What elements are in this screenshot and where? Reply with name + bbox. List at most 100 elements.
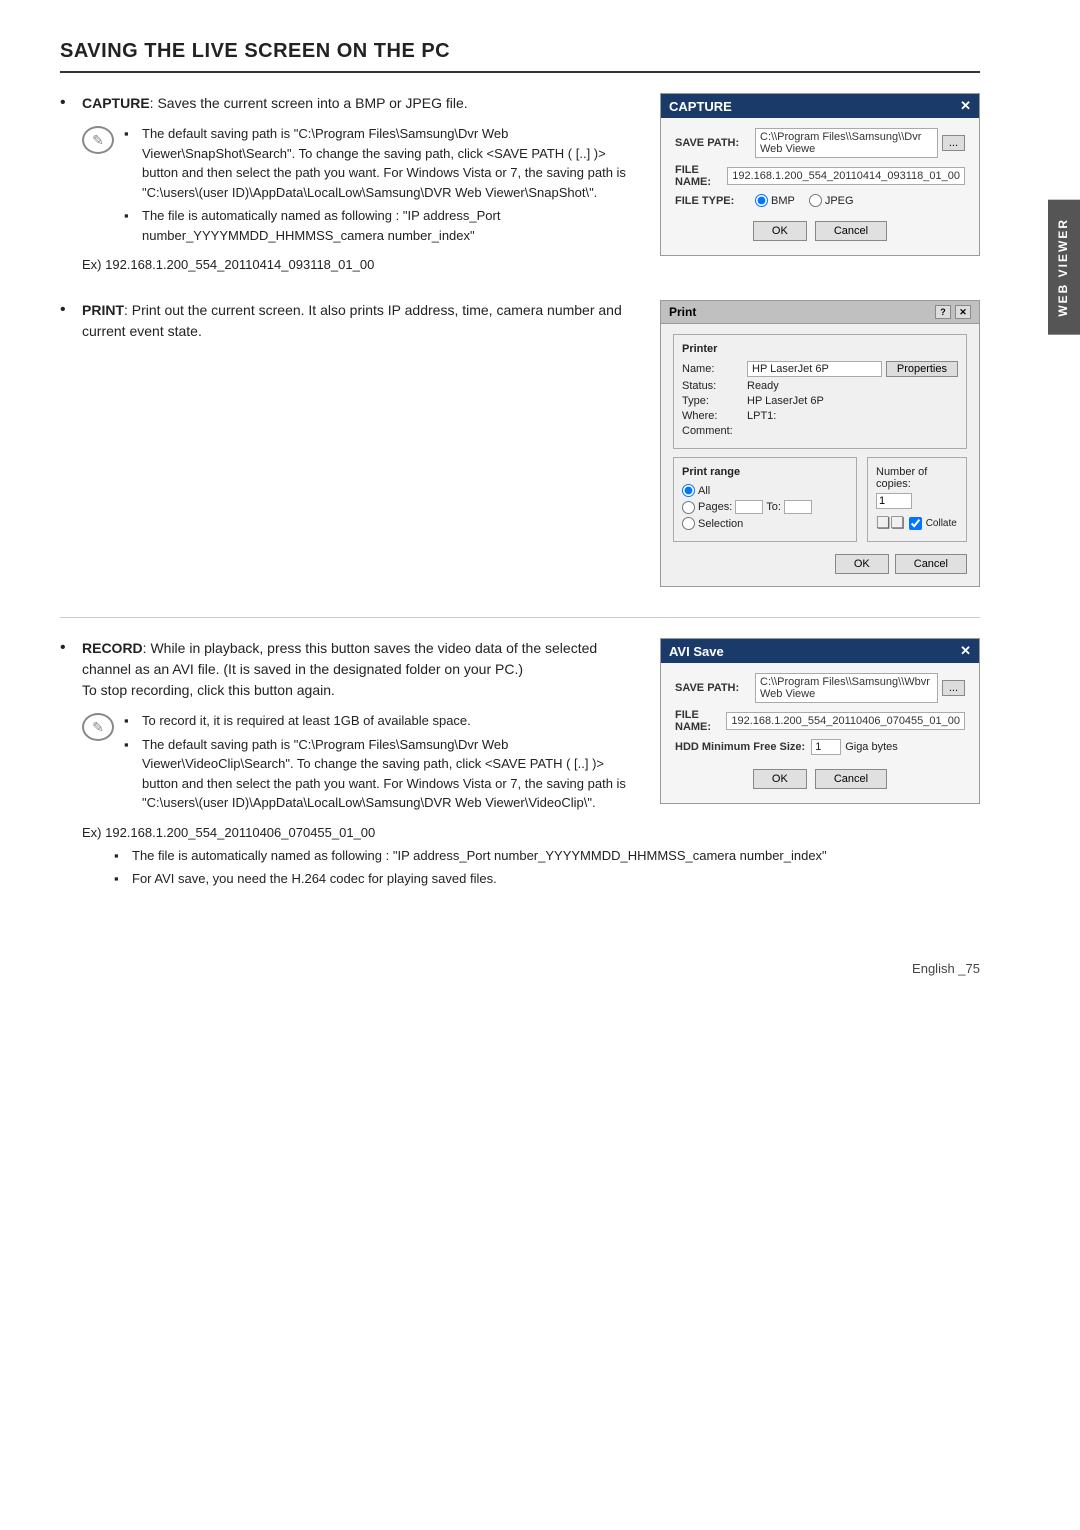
print-bullet-item: • PRINT: Print out the current screen. I… [60, 300, 636, 342]
avi-browse-button[interactable]: ... [942, 680, 965, 696]
avi-file-name-label: FILE NAME: [675, 709, 726, 733]
avi-dialog-titlebar: AVI Save ✕ [661, 639, 979, 663]
record-note-3: ▪ The file is automatically named as fol… [114, 846, 980, 866]
print-cancel-button[interactable]: Cancel [895, 554, 967, 574]
print-comment-label: Comment: [682, 425, 747, 437]
print-range-group: Print range All Pages: To: [673, 457, 857, 542]
record-section: AVI Save ✕ SAVE PATH: C:\\Program Files\… [60, 638, 980, 921]
record-stop-text: To stop recording, click this button aga… [82, 682, 335, 698]
capture-bullet-item: • CAPTURE: Saves the current screen into… [60, 93, 636, 114]
capture-dialog-area: CAPTURE ✕ SAVE PATH: C:\\Program Files\\… [660, 93, 980, 270]
page-wrapper: WEB VIEWER SAVING THE LIVE SCREEN ON THE… [0, 0, 1080, 1530]
print-copies-input[interactable] [876, 493, 912, 509]
record-example: Ex) 192.168.1.200_554_20110406_070455_01… [82, 825, 980, 840]
print-bullet-text: PRINT: Print out the current screen. It … [82, 300, 636, 342]
capture-file-name-label: FILE NAME: [675, 164, 727, 188]
capture-save-path-row: SAVE PATH: C:\\Program Files\\Samsung\\D… [675, 128, 965, 158]
note-icon: ✎ [82, 126, 114, 154]
print-all-option[interactable]: All [682, 484, 848, 497]
avi-save-path-row: SAVE PATH: C:\\Program Files\\Samsung\\W… [675, 673, 965, 703]
print-dialog-area: Print ? ✕ Printer Name: HP LaserJet 6P [660, 300, 980, 587]
print-to-input[interactable] [784, 500, 812, 514]
page-title: SAVING THE LIVE SCREEN ON THE PC [60, 40, 980, 73]
avi-hdd-input[interactable]: 1 [811, 739, 841, 755]
capture-bullet-text: CAPTURE: Saves the current screen into a… [82, 93, 636, 114]
print-close-icon[interactable]: ✕ [955, 305, 971, 319]
record-note-3-text: The file is automatically named as follo… [132, 846, 827, 866]
capture-file-name-value: 192.168.1.200_554_20110414_093118_01_00 [727, 167, 965, 185]
avi-cancel-button[interactable]: Cancel [815, 769, 887, 789]
record-note-2: ▪ The default saving path is "C:\Program… [124, 735, 636, 813]
avi-file-name-row: FILE NAME: 192.168.1.200_554_20110406_07… [675, 709, 965, 733]
capture-note-1-text: The default saving path is "C:\Program F… [142, 124, 636, 202]
print-collate-area: ❏❏ Collate [876, 513, 958, 533]
avi-hdd-unit: Giga bytes [845, 741, 898, 753]
record-extra-note-lines: ▪ The file is automatically named as fol… [114, 846, 980, 893]
capture-dialog-title: CAPTURE [669, 99, 732, 114]
record-bullet-text: RECORD: While in playback, press this bu… [82, 638, 636, 701]
capture-close-icon[interactable]: ✕ [960, 98, 971, 114]
collate-checkbox[interactable] [909, 517, 922, 530]
print-from-input[interactable] [735, 500, 763, 514]
record-note-icon: ✎ [82, 713, 114, 741]
print-properties-button[interactable]: Properties [886, 361, 958, 377]
capture-description: : Saves the current screen into a BMP or… [150, 95, 468, 111]
print-selection-option[interactable]: Selection [682, 517, 848, 530]
print-type-label: Type: [682, 395, 747, 407]
record-note-1-text: To record it, it is required at least 1G… [142, 711, 471, 731]
print-where-label: Where: [682, 410, 747, 422]
print-status-row: Status: Ready [682, 380, 958, 392]
capture-file-type-row: FILE TYPE: BMP JPEG [675, 194, 965, 207]
record-note-lines: ▪ To record it, it is required at least … [124, 711, 636, 817]
capture-dialog-body: SAVE PATH: C:\\Program Files\\Samsung\\D… [661, 118, 979, 255]
capture-cancel-button[interactable]: Cancel [815, 221, 887, 241]
collate-icon: ❏❏ [876, 513, 905, 533]
capture-save-path-label: SAVE PATH: [675, 137, 755, 149]
print-description: : Print out the current screen. It also … [82, 302, 622, 339]
print-ok-button[interactable]: OK [835, 554, 889, 574]
record-notes: ✎ ▪ To record it, it is required at leas… [82, 711, 636, 817]
capture-dialog-footer: OK Cancel [675, 213, 965, 245]
capture-save-path-value: C:\\Program Files\\Samsung\\Dvr Web View… [755, 128, 938, 158]
print-printer-group-title: Printer [682, 343, 958, 355]
print-label: PRINT [82, 302, 124, 318]
print-where-value: LPT1: [747, 410, 958, 422]
capture-file-type-group: BMP JPEG [755, 194, 854, 207]
record-bullet-dot: • [60, 639, 76, 657]
print-status-value: Ready [747, 380, 958, 392]
capture-bmp-option[interactable]: BMP [755, 194, 795, 207]
capture-ok-button[interactable]: OK [753, 221, 807, 241]
print-dialog: Print ? ✕ Printer Name: HP LaserJet 6P [660, 300, 980, 587]
page-content: SAVING THE LIVE SCREEN ON THE PC CAPTURE… [60, 40, 1020, 976]
print-type-row: Type: HP LaserJet 6P [682, 395, 958, 407]
print-to-label: To: [766, 501, 781, 513]
side-tab: WEB VIEWER [1048, 200, 1080, 335]
print-num-copies-label: Number of copies: [876, 466, 958, 490]
print-dialog-titlebar: Print ? ✕ [661, 301, 979, 324]
capture-jpeg-option[interactable]: JPEG [809, 194, 854, 207]
print-range-copies-row: Print range All Pages: To: [673, 457, 967, 550]
avi-dialog-body: SAVE PATH: C:\\Program Files\\Samsung\\W… [661, 663, 979, 803]
capture-section: CAPTURE ✕ SAVE PATH: C:\\Program Files\\… [60, 93, 980, 300]
capture-note-2: ▪ The file is automatically named as fol… [124, 206, 636, 245]
avi-dialog-area: AVI Save ✕ SAVE PATH: C:\\Program Files\… [660, 638, 980, 804]
avi-close-icon[interactable]: ✕ [960, 643, 971, 659]
record-note-2-text: The default saving path is "C:\Program F… [142, 735, 636, 813]
capture-dialog: CAPTURE ✕ SAVE PATH: C:\\Program Files\\… [660, 93, 980, 256]
print-where-row: Where: LPT1: [682, 410, 958, 422]
capture-label: CAPTURE [82, 95, 150, 111]
capture-bullet-dot: • [60, 94, 76, 112]
record-label: RECORD [82, 640, 143, 656]
print-title-icons: ? ✕ [935, 305, 971, 319]
print-bullet-dot: • [60, 301, 76, 319]
avi-ok-button[interactable]: OK [753, 769, 807, 789]
avi-dialog-title: AVI Save [669, 644, 724, 659]
print-help-icon[interactable]: ? [935, 305, 951, 319]
record-note-4-text: For AVI save, you need the H.264 codec f… [132, 869, 497, 889]
avi-dialog: AVI Save ✕ SAVE PATH: C:\\Program Files\… [660, 638, 980, 804]
capture-browse-button[interactable]: ... [942, 135, 965, 151]
avi-save-path-value: C:\\Program Files\\Samsung\\Wbvr Web Vie… [755, 673, 938, 703]
avi-file-name-value: 192.168.1.200_554_20110406_070455_01_00 [726, 712, 965, 730]
avi-hdd-row: HDD Minimum Free Size: 1 Giga bytes [675, 739, 965, 755]
avi-hdd-label: HDD Minimum Free Size: [675, 741, 805, 753]
